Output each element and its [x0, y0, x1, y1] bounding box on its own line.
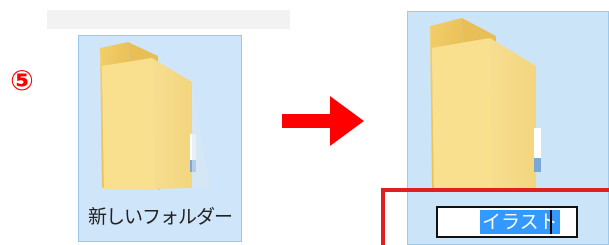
text-caret: [550, 210, 552, 234]
step-number: ⑤: [10, 64, 34, 97]
right-arrow-icon: [282, 96, 364, 146]
rename-input[interactable]: イラスト: [436, 206, 578, 238]
explorer-top-strip: [47, 10, 290, 29]
folder-icon: [100, 42, 210, 190]
selected-text: イラスト: [480, 210, 560, 234]
folder-icon: [430, 18, 541, 192]
folder-name-label: 新しいフォルダー: [87, 206, 233, 228]
